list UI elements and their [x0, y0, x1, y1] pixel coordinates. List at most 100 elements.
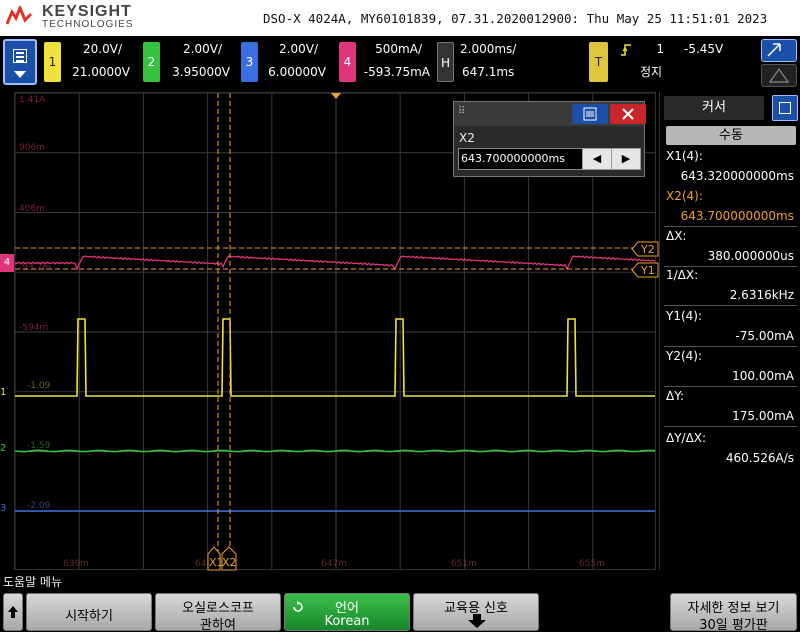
ch3-grid-label: -2.09: [27, 501, 51, 511]
measure-button[interactable]: [761, 64, 797, 87]
softkey-training-signals[interactable]: 교육용 신호: [413, 593, 539, 631]
channel-1-scale: 20.0V/: [83, 42, 122, 56]
cursor-panel: 커서 수동 X1(4): 643.320000000ms X2(4): 643.…: [659, 92, 800, 570]
x2-cursor-popup: ⠿ X2 643.700000000ms ◀ ▶: [453, 101, 646, 177]
ch4-grid-label: 406m: [19, 204, 45, 214]
trigger-source: 1: [656, 42, 664, 56]
channel-bar: 1 20.0V/ 21.0000V 2 2.00V/ 3.95000V 3 2.…: [0, 36, 800, 90]
channel-4-ground-marker[interactable]: 4: [0, 254, 14, 272]
trigger-level: -5.45V: [684, 42, 724, 56]
y1-cursor-label[interactable]: Y1: [641, 264, 655, 277]
rising-edge-icon: [621, 44, 631, 56]
channel-4-scale: 500mA/: [375, 42, 422, 56]
inverse-delta-x-value: 2.6316kHz: [729, 288, 794, 302]
ch4-grid-label: -93.7m: [19, 263, 52, 273]
submenu-arrow-icon: [468, 614, 486, 628]
close-icon: [622, 108, 634, 120]
panel-title: 커서: [664, 96, 764, 120]
softkey-label: 관하여: [200, 618, 236, 632]
divider: [664, 386, 797, 387]
back-button[interactable]: [3, 593, 23, 631]
time-label: 639m: [63, 559, 89, 569]
horizontal-tag[interactable]: H: [437, 42, 454, 82]
channel-2-offset: 3.95000V: [172, 65, 230, 79]
x2-label: X2(4):: [666, 189, 703, 203]
channel-1-tag[interactable]: 1: [44, 42, 61, 82]
channel-3-offset: 6.00000V: [268, 65, 326, 79]
softkey-language[interactable]: 언어 Korean: [284, 593, 410, 631]
channel-2-tag[interactable]: 2: [143, 42, 160, 82]
delta-x-label: ΔX:: [666, 229, 687, 243]
y1-label: Y1(4):: [666, 309, 703, 323]
menu-icon: [583, 107, 597, 121]
softkey-bar: 시작하기 오실로스코프 관하여 언어 Korean 교육용 신호 자세한 정보 …: [0, 590, 800, 632]
up-arrow-icon: [8, 606, 18, 618]
drag-handle-icon[interactable]: ⠿: [458, 106, 465, 117]
help-menu-label: 도움말 메뉴: [3, 575, 63, 589]
brand-subtitle: TECHNOLOGIES: [42, 19, 134, 30]
y2-label: Y2(4):: [666, 349, 703, 363]
decrement-button[interactable]: ◀: [582, 148, 612, 170]
y1-value: -75.00mA: [735, 329, 794, 343]
softkey-label: 시작하기: [65, 609, 113, 624]
divider: [664, 226, 797, 227]
channel-3-scale: 2.00V/: [279, 42, 318, 56]
softkey-about-scope[interactable]: 오실로스코프 관하여: [155, 593, 281, 632]
x1-label: X1(4):: [666, 149, 703, 163]
channel-3-ground-marker[interactable]: 3: [0, 503, 6, 514]
divider: [664, 426, 797, 427]
popup-label: X2: [459, 131, 475, 145]
x2-value: 643.700000000ms: [680, 209, 794, 223]
ch2-grid-label: -1.59: [27, 441, 51, 451]
channel-1-ground-marker[interactable]: 1: [0, 387, 6, 398]
panel-menu-button[interactable]: [772, 95, 798, 121]
x2-value-field[interactable]: 643.700000000ms: [458, 148, 584, 170]
divider: [664, 266, 797, 267]
cursor-mode-button[interactable]: 수동: [666, 126, 796, 145]
divider: [664, 305, 797, 306]
trigger-tag[interactable]: T: [589, 42, 608, 82]
softkey-getting-started[interactable]: 시작하기: [26, 593, 152, 631]
softkey-label: 30일 평가판: [699, 618, 768, 632]
ch4-grid-label: 906m: [19, 143, 45, 153]
time-label: 647m: [321, 559, 347, 569]
run-status: 정지: [640, 65, 663, 79]
channel-4-tag[interactable]: 4: [339, 42, 356, 82]
ch4-grid-label: -594m: [19, 323, 49, 333]
divider: [664, 346, 797, 347]
x2-cursor-label[interactable]: X2: [222, 556, 237, 569]
main-menu-button[interactable]: [3, 39, 37, 85]
time-label: 655m: [579, 559, 605, 569]
delta-y-value: 175.00mA: [732, 409, 794, 423]
horizontal-position: 647.1ms: [462, 65, 515, 79]
y2-cursor-label[interactable]: Y2: [641, 243, 655, 256]
popup-titlebar[interactable]: ⠿: [454, 102, 646, 126]
keysight-logo-icon: [6, 6, 32, 25]
title-bar: KEYSIGHT TECHNOLOGIES DSO-X 4024A, MY601…: [0, 0, 800, 36]
channel-2-ground-marker[interactable]: 2: [0, 443, 6, 454]
softkey-more-info[interactable]: 자세한 정보 보기 30일 평가판: [670, 593, 797, 632]
horizontal-scale: 2.000ms/: [460, 42, 517, 56]
cursors-button[interactable]: [761, 39, 797, 62]
inverse-delta-x-label: 1/ΔX:: [666, 268, 699, 282]
softkey-label: Korean: [324, 614, 370, 629]
instrument-title: DSO-X 4024A, MY60101839, 07.31.202001290…: [263, 11, 768, 26]
menu-icon: [13, 49, 27, 63]
cursor-icon: [767, 43, 781, 57]
popup-menu-button[interactable]: [572, 104, 608, 124]
channel-1-offset: 21.0000V: [72, 65, 130, 79]
increment-button[interactable]: ▶: [611, 148, 641, 170]
chevron-down-icon: [14, 71, 26, 78]
slope-label: ΔY/ΔX:: [666, 431, 707, 445]
ch4-grid-label: 1.41A: [19, 95, 46, 105]
channel-2-scale: 2.00V/: [183, 42, 222, 56]
delta-icon: [768, 67, 790, 83]
y2-value: 100.00mA: [732, 369, 794, 383]
menu-icon: [779, 102, 791, 114]
popup-close-button[interactable]: [610, 104, 646, 124]
channel-4-offset: -593.75mA: [363, 65, 430, 79]
time-label: 651m: [451, 559, 477, 569]
delta-x-value: 380.000000us: [707, 249, 794, 263]
slope-value: 460.526A/s: [725, 451, 794, 465]
delta-y-label: ΔY:: [666, 389, 684, 403]
